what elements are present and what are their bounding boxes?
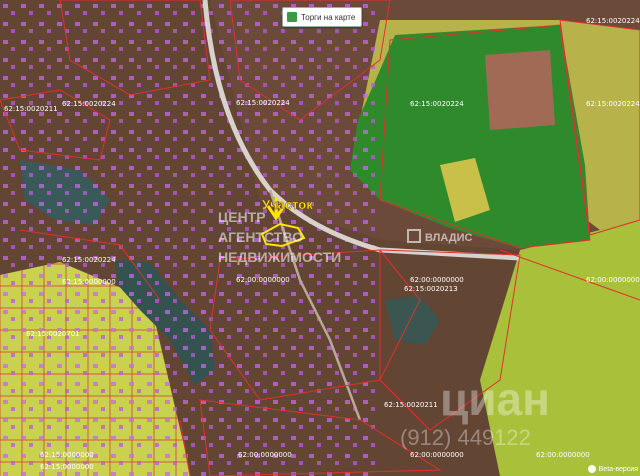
- parcel-label: 62:15:0020211: [4, 105, 58, 113]
- cian-phone-text: (912) 449122: [400, 425, 531, 450]
- parcel-label: 62:15:0020224: [62, 256, 116, 264]
- parcel-label: 62:15:0000000: [62, 278, 116, 286]
- parcel-label: 62:00:0000000: [586, 276, 640, 284]
- beta-badge[interactable]: Beta-версия: [587, 465, 638, 473]
- vladis-text: ВЛАДИС: [425, 232, 472, 244]
- parcel-label: 62:00:0000000: [410, 276, 464, 284]
- map-grid-icon: [287, 12, 297, 22]
- parcel-label: 62:00:0000000: [536, 451, 590, 459]
- parcel-label: 62:15:0020213: [404, 285, 458, 293]
- parcel-label: 62:15:0020224: [586, 100, 640, 108]
- watermark-line-3: НЕДВИЖИМОСТИ: [218, 249, 341, 265]
- cleared-plot: [485, 50, 555, 130]
- beta-label: Beta-версия: [598, 465, 638, 473]
- auction-map-button[interactable]: Торги на карте: [282, 7, 363, 27]
- buildings-overlay: [0, 0, 380, 476]
- parcel-label: 62:15:0000000: [40, 463, 94, 471]
- parcel-label: 62:15:0020224: [62, 100, 116, 108]
- parcel-label: 62:00:0000000: [236, 276, 290, 284]
- watermark-line-1: ЦЕНТР: [218, 209, 266, 225]
- parcel-label: 62:15:0020224: [410, 100, 464, 108]
- cian-logo-text: циан: [440, 373, 550, 425]
- parcel-label: 62:15:0020224: [586, 17, 640, 25]
- auction-map-button-label: Торги на карте: [301, 12, 356, 22]
- parcel-label: 62:15:0020224: [236, 99, 290, 107]
- watermark-line-2: АГЕНТСТВО: [218, 229, 303, 245]
- selected-parcel-label: Участок: [262, 197, 313, 212]
- parcel-label: 62:15:0020211: [384, 401, 438, 409]
- parcel-label: 62:00:0000000: [238, 451, 292, 459]
- cadastral-map[interactable]: Участок ЦЕНТР АГЕНТСТВО НЕДВИЖИМОСТИ ВЛА…: [0, 0, 640, 476]
- info-circle-icon: [587, 465, 596, 473]
- parcel-label: 62:15:0000000: [40, 451, 94, 459]
- parcel-label: 62:00:0000000: [410, 451, 464, 459]
- parcel-label: 62:15:0020701: [26, 330, 80, 338]
